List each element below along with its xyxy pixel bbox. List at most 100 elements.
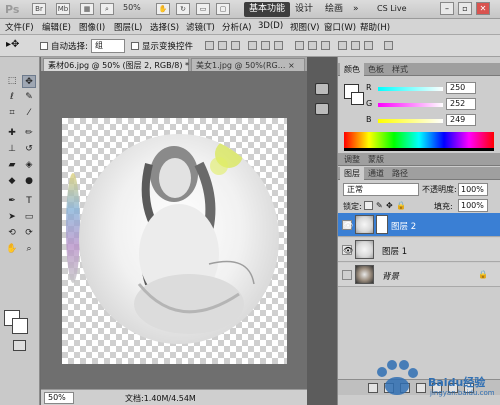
blue-value-field[interactable]: 249 [446, 114, 476, 126]
zoom-tool-icon[interactable]: ⌕ [100, 3, 114, 15]
tab-color[interactable]: 颜色 [340, 63, 364, 76]
green-track[interactable] [378, 103, 443, 107]
align-bottom-icon[interactable] [231, 41, 240, 50]
menu-help[interactable]: 帮助(H) [360, 21, 390, 33]
move-tool-preset-icon[interactable]: ▸✥ [6, 39, 19, 50]
status-zoom-field[interactable]: 50% [44, 392, 74, 404]
layer-name[interactable]: 背景 [382, 270, 399, 282]
spectrum-black-strip[interactable] [344, 148, 494, 151]
minimize-button[interactable]: – [440, 2, 454, 15]
menu-file[interactable]: 文件(F) [5, 21, 34, 33]
blue-track[interactable] [378, 119, 443, 123]
tab-masks[interactable]: 蒙版 [364, 153, 388, 166]
rotate-view-icon[interactable]: ↻ [176, 3, 190, 15]
document-size-info[interactable]: 文档:1.40M/4.54M [125, 393, 196, 404]
align-left-icon[interactable] [248, 41, 257, 50]
3d-rotate-tool-icon[interactable]: ⟲ [5, 227, 19, 240]
tab-document-2[interactable]: 美女1.jpg @ 50%(RG... × [191, 58, 305, 71]
eyedropper-tool-icon[interactable]: ⁄ [22, 107, 36, 120]
workspace-design[interactable]: 设计 [290, 2, 318, 17]
eye-icon[interactable]: 👁 [342, 245, 353, 255]
background-color-swatch[interactable] [12, 318, 28, 334]
menu-view[interactable]: 视图(V) [290, 21, 319, 33]
layer-row-background[interactable]: 背景 🔒 [338, 263, 500, 287]
color-panel-background[interactable] [351, 92, 364, 105]
color-spectrum-bar[interactable] [344, 132, 494, 148]
menu-window[interactable]: 窗口(W) [324, 21, 356, 33]
red-slider[interactable]: R 250 [366, 82, 498, 96]
restore-button[interactable]: ▫ [458, 2, 472, 15]
crop-tool-icon[interactable]: ⌗ [5, 107, 19, 120]
canvas-area[interactable] [41, 71, 307, 389]
eraser-tool-icon[interactable]: ▰ [5, 159, 19, 172]
show-transform-checkbox[interactable] [131, 42, 139, 50]
menu-image[interactable]: 图像(I) [79, 21, 105, 33]
workspace-painting[interactable]: 绘画 [320, 2, 348, 17]
arrange-documents-icon[interactable]: ▭ [196, 3, 210, 15]
grid-icon[interactable]: ▦ [80, 3, 94, 15]
distribute-left-icon[interactable] [338, 41, 347, 50]
pen-tool-icon[interactable]: ✒ [5, 195, 19, 208]
visibility-toggle[interactable] [342, 270, 352, 280]
menu-analysis[interactable]: 分析(A) [222, 21, 251, 33]
align-top-icon[interactable] [205, 41, 214, 50]
marquee-tool-icon[interactable]: ⬚ [5, 75, 19, 88]
healing-brush-tool-icon[interactable]: ✚ [5, 127, 19, 140]
layer-row-1[interactable]: 👁 图层 1 [338, 238, 500, 262]
tab-adjustments[interactable]: 调整 [340, 153, 364, 166]
menu-3d[interactable]: 3D(D) [258, 21, 283, 31]
tab-paths[interactable]: 路径 [388, 167, 412, 180]
layer-mask-thumbnail[interactable] [376, 215, 388, 234]
bridge-icon[interactable]: Br [32, 3, 46, 15]
layer-name[interactable]: 图层 2 [391, 220, 416, 232]
red-track[interactable] [378, 87, 443, 91]
tab-channels[interactable]: 通道 [364, 167, 388, 180]
history-panel-icon[interactable] [315, 83, 329, 95]
type-tool-icon[interactable]: T [22, 195, 36, 208]
menu-edit[interactable]: 编辑(E) [42, 21, 71, 33]
3d-orbit-tool-icon[interactable]: ⟳ [22, 227, 36, 240]
auto-align-icon[interactable] [384, 41, 393, 50]
red-value-field[interactable]: 250 [446, 82, 476, 94]
dodge-tool-icon[interactable]: ● [22, 175, 36, 188]
tab-styles[interactable]: 样式 [388, 63, 412, 76]
menu-filter[interactable]: 滤镜(T) [186, 21, 215, 33]
layer-row-2[interactable]: 👁 图层 2 [338, 213, 500, 237]
move-tool-icon[interactable]: ✥ [22, 75, 36, 88]
blur-tool-icon[interactable]: ◆ [5, 175, 19, 188]
tab-document-1[interactable]: 素材06.jpg @ 50% (图层 2, RGB/8) * × [43, 58, 198, 71]
lock-pixels-icon[interactable]: ✎ [376, 201, 383, 210]
distribute-bottom-icon[interactable] [321, 41, 330, 50]
path-select-tool-icon[interactable]: ➤ [5, 211, 19, 224]
hand-tool-icon[interactable]: ✋ [156, 3, 170, 15]
blue-slider[interactable]: B 249 [366, 114, 498, 128]
zoom-level-select[interactable]: 50% [123, 3, 141, 12]
menu-layer[interactable]: 图层(L) [114, 21, 142, 33]
fill-field[interactable]: 100% [458, 199, 488, 212]
eye-icon[interactable]: 👁 [342, 220, 353, 230]
tab-layers[interactable]: 图层 [340, 167, 364, 180]
auto-select-dropdown[interactable]: 组 [91, 39, 125, 53]
close-button[interactable]: ✕ [476, 2, 490, 15]
zoom-tool-icon-2[interactable]: ⌕ [22, 243, 36, 256]
hand-tool-icon-2[interactable]: ✋ [5, 243, 19, 256]
paint-bucket-tool-icon[interactable]: ◈ [22, 159, 36, 172]
lasso-tool-icon[interactable]: ℓ [5, 91, 19, 104]
lock-transparent-icon[interactable] [364, 201, 373, 210]
distribute-top-icon[interactable] [295, 41, 304, 50]
document-canvas[interactable] [62, 118, 287, 364]
align-vcenter-icon[interactable] [218, 41, 227, 50]
green-value-field[interactable]: 252 [446, 98, 476, 110]
mini-bridge-icon[interactable]: Mb [56, 3, 70, 15]
actions-panel-icon[interactable] [315, 103, 329, 115]
quick-select-tool-icon[interactable]: ✎ [22, 91, 36, 104]
align-hcenter-icon[interactable] [261, 41, 270, 50]
green-slider[interactable]: G 252 [366, 98, 498, 112]
workspace-essentials[interactable]: 基本功能 [244, 2, 291, 17]
lock-position-icon[interactable]: ✥ [386, 201, 393, 210]
lock-all-icon[interactable]: 🔒 [396, 201, 406, 210]
layer-name[interactable]: 图层 1 [382, 245, 407, 257]
brush-tool-icon[interactable]: ✏ [22, 127, 36, 140]
tab-close-icon[interactable]: × [288, 61, 295, 70]
align-right-icon[interactable] [274, 41, 283, 50]
